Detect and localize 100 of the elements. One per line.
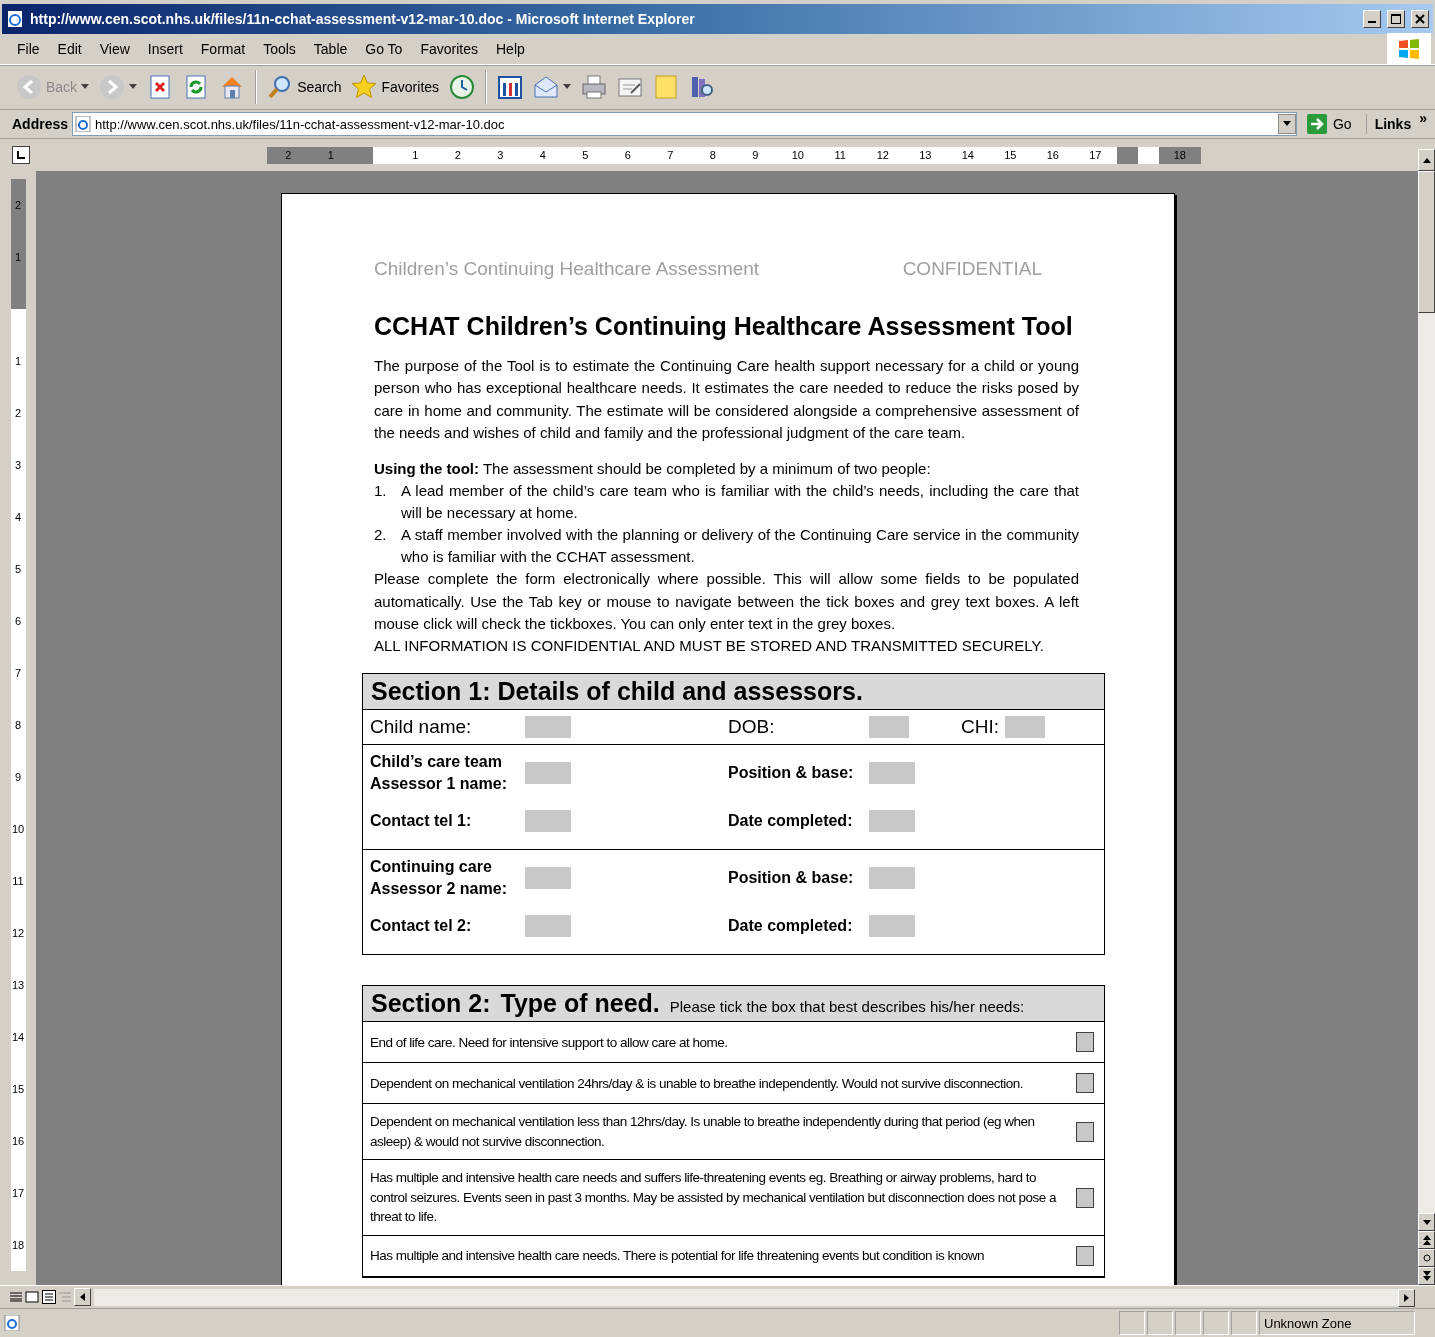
ruler-number: 4	[10, 491, 26, 543]
input-field[interactable]	[869, 810, 915, 833]
input-field[interactable]	[869, 867, 915, 890]
browser-page-icon	[4, 1315, 20, 1331]
tab-stop-selector[interactable]	[12, 146, 30, 164]
scroll-thumb[interactable]	[1418, 171, 1435, 313]
field-label: Contact tel 2:	[370, 916, 473, 937]
ruler-number: 14	[10, 1011, 26, 1063]
status-pane	[1203, 1311, 1229, 1335]
address-field[interactable]: http://www.cen.scot.nhs.uk/files/11n-cchat-assessment-v12-mar-10.doc	[72, 112, 1297, 136]
ruler-number: 1	[394, 146, 437, 164]
menu-item[interactable]: Favorites	[411, 38, 487, 60]
section-title: Section 1: Details of child and assessors.	[371, 677, 863, 707]
double-down-arrow-icon	[1422, 1271, 1431, 1281]
menu-item[interactable]: Insert	[138, 38, 192, 60]
input-field[interactable]	[869, 716, 909, 739]
ruler-number: 5	[10, 543, 26, 595]
double-up-arrow-icon	[1422, 1235, 1431, 1245]
ruler-number: 15	[10, 1063, 26, 1115]
browser-page-icon	[6, 10, 24, 28]
ruler-number: 3	[10, 439, 26, 491]
menu-item[interactable]: Format	[191, 38, 255, 60]
field-label: DOB:	[728, 716, 776, 739]
input-field[interactable]	[869, 915, 915, 938]
menu-item[interactable]: View	[90, 38, 139, 60]
right-arrow-icon	[1404, 1293, 1409, 1302]
menu-item[interactable]: Go To	[356, 38, 412, 60]
ruler-number: 15	[989, 146, 1032, 164]
star-icon	[351, 74, 378, 100]
scroll-left-button[interactable]	[74, 1288, 91, 1306]
tick-box[interactable]	[1076, 1073, 1094, 1094]
need-description: Has multiple and intensive health care needs. There is potential for life threatening events but condition is known	[370, 1247, 985, 1266]
previous-page-button[interactable]	[1418, 1231, 1435, 1249]
list-text: A lead member of the child’s care team who is familiar with the child’s needs, including the care that will be necessary at home.	[401, 481, 1079, 524]
close-icon	[1415, 14, 1425, 24]
tick-box[interactable]	[1076, 1245, 1094, 1266]
ruler-number: 14	[946, 146, 989, 164]
minimize-button[interactable]	[1363, 10, 1381, 28]
section-title: Type of need.	[500, 989, 660, 1019]
menu-item[interactable]: Table	[304, 38, 357, 60]
ruler-number: 1	[10, 335, 26, 387]
close-button[interactable]	[1411, 10, 1429, 28]
input-field[interactable]	[1005, 716, 1045, 739]
books-magnifier-icon	[689, 74, 716, 100]
favorites-button[interactable]: Favorites	[347, 72, 444, 102]
input-field[interactable]	[525, 867, 571, 890]
vertical-scrollbar[interactable]	[1418, 171, 1435, 1285]
go-button[interactable]: Go	[1300, 114, 1367, 134]
menu-item[interactable]: Edit	[48, 38, 91, 60]
ruler-number: 18	[10, 1219, 26, 1271]
ruler-number: 7	[649, 146, 692, 164]
tick-box[interactable]	[1076, 1187, 1094, 1208]
status-pane	[1175, 1311, 1201, 1335]
down-arrow-icon	[1422, 1219, 1431, 1225]
menu-item[interactable]: Tools	[254, 38, 305, 60]
tick-box[interactable]	[1076, 1032, 1094, 1053]
menu-item[interactable]: File	[8, 38, 49, 60]
ruler-number: 13	[10, 959, 26, 1011]
scroll-up-button[interactable]	[1418, 149, 1435, 171]
up-arrow-icon	[1422, 157, 1431, 163]
list-number: 1.	[374, 481, 388, 502]
field-label: Child name:	[370, 716, 473, 739]
more-chevron[interactable]: »	[1419, 110, 1435, 126]
search-button[interactable]: Search	[263, 72, 346, 102]
ruler-number: 11	[819, 146, 862, 164]
menu-item[interactable]: Help	[487, 38, 534, 60]
maximize-button[interactable]	[1387, 10, 1405, 28]
print-layout-icon[interactable]	[42, 1290, 56, 1304]
security-zone: Unknown Zone	[1259, 1311, 1415, 1335]
field-label: Contact tel 1:	[370, 811, 473, 832]
scroll-down-button[interactable]	[1418, 1213, 1435, 1231]
input-field[interactable]	[869, 762, 915, 785]
tick-box[interactable]	[1076, 1121, 1094, 1142]
ruler-number: 12	[10, 907, 26, 959]
input-field[interactable]	[525, 810, 571, 833]
web-layout-icon[interactable]	[25, 1291, 39, 1303]
links-label[interactable]: Links	[1370, 116, 1416, 132]
input-field[interactable]	[525, 762, 571, 785]
ruler-number: 1	[309, 146, 352, 164]
ruler-number: 10	[10, 803, 26, 855]
ruler-number: 2	[10, 179, 26, 231]
ruler-number: 4	[521, 146, 564, 164]
horizontal-scrollbar[interactable]	[94, 1288, 1415, 1306]
field-label: Continuing care Assessor 2 name:	[370, 857, 508, 900]
next-page-button[interactable]	[1418, 1267, 1435, 1285]
ruler-number: 12	[861, 146, 904, 164]
printer-icon	[581, 74, 608, 100]
input-field[interactable]	[525, 716, 571, 739]
browse-object-button[interactable]	[1418, 1249, 1435, 1267]
input-field[interactable]	[525, 915, 571, 938]
need-description: Dependent on mechanical ventilation 24hrs/day & is unable to breathe independently. Would not survive disconnection.	[370, 1074, 1024, 1093]
dropdown-button[interactable]	[1277, 114, 1296, 134]
status-pane	[1231, 1311, 1257, 1335]
ruler-number: 5	[564, 146, 607, 164]
ruler-number: 6	[10, 595, 26, 647]
maximize-icon	[1391, 14, 1401, 24]
normal-view-icon[interactable]	[10, 1292, 22, 1302]
scroll-right-button[interactable]	[1398, 1288, 1415, 1307]
field-label: Position & base:	[728, 868, 855, 889]
margin-boundary-marker[interactable]	[1116, 146, 1159, 164]
